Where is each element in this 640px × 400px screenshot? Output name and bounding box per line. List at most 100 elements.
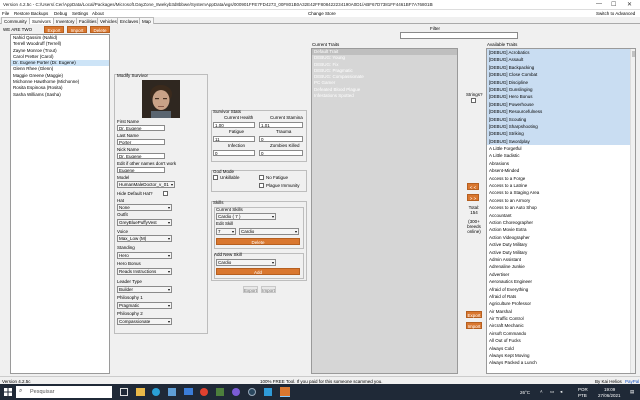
edit-if-field[interactable]: Eugene bbox=[117, 167, 165, 173]
list-item[interactable]: Access to a Staging Area bbox=[487, 189, 635, 196]
scrollbar-thumb[interactable] bbox=[632, 51, 635, 57]
infection-field[interactable]: 0 bbox=[213, 150, 255, 156]
list-item[interactable]: Admin Assistant bbox=[487, 256, 635, 263]
import-stats-button[interactable]: Import bbox=[261, 286, 276, 293]
outfit-select[interactable]: GreyBluePuffyVest ▾ bbox=[117, 219, 172, 226]
current-skill-select[interactable]: Cardio ( 7 ) ▾ bbox=[216, 213, 276, 220]
menu-file[interactable]: File bbox=[2, 11, 9, 16]
filter-input[interactable] bbox=[400, 32, 518, 39]
list-item[interactable]: Always Kept Moving bbox=[487, 352, 635, 359]
windows-start-icon[interactable] bbox=[4, 388, 12, 396]
store-icon[interactable] bbox=[168, 388, 176, 396]
fatigue-field[interactable]: 11 bbox=[213, 136, 255, 142]
list-item[interactable]: [DEBUG] Acrobatics bbox=[487, 49, 635, 57]
current-stamina-field[interactable]: 1,01 bbox=[259, 122, 303, 128]
notification-icon[interactable]: ▤ bbox=[630, 389, 634, 395]
list-item[interactable]: Infestations Spotted bbox=[312, 93, 457, 99]
network-icon[interactable]: ▭ bbox=[550, 389, 554, 395]
list-item[interactable]: Agriculture Professor bbox=[487, 300, 635, 307]
export-stats-button[interactable]: Export bbox=[243, 286, 258, 293]
list-item[interactable]: [DEBUG] Striking bbox=[487, 130, 635, 138]
list-item[interactable]: Action Videographer bbox=[487, 234, 635, 241]
plague-immunity-checkbox[interactable] bbox=[259, 183, 264, 188]
list-item[interactable]: [DEBUG] Discipline bbox=[487, 78, 635, 86]
list-item[interactable]: [DEBUG] Hero Bonus bbox=[487, 93, 635, 101]
delete-survivor-button[interactable]: Delete bbox=[90, 26, 110, 33]
list-item[interactable]: Access to a Forge bbox=[487, 175, 635, 182]
last-name-field[interactable]: Porter bbox=[117, 139, 165, 145]
minimize-button[interactable]: — bbox=[596, 1, 602, 7]
voice-select[interactable]: Max_Low (M) ▾ bbox=[117, 235, 172, 242]
list-item[interactable]: Air Traffic Control bbox=[487, 315, 635, 322]
list-item[interactable]: Action Choreographer bbox=[487, 219, 635, 226]
state-decay-editor-icon[interactable] bbox=[280, 387, 290, 397]
nick-name-field[interactable]: Dr. Eugene bbox=[117, 153, 165, 159]
trauma-field[interactable]: 0 bbox=[259, 136, 303, 142]
tab-facilities[interactable]: Facilities bbox=[76, 17, 100, 24]
language-text[interactable]: POR bbox=[578, 387, 588, 392]
zombies-killed-field[interactable]: 0 bbox=[259, 150, 303, 156]
task-view-icon[interactable] bbox=[120, 388, 128, 396]
edit-skill-level-select[interactable]: 7 ▾ bbox=[216, 228, 236, 235]
no-fatigue-checkbox[interactable] bbox=[259, 175, 264, 180]
philosophy2-select[interactable]: Compassionate ▾ bbox=[117, 318, 172, 325]
tab-enclaves[interactable]: Enclaves bbox=[117, 17, 142, 24]
list-item[interactable]: All Out of Fucks bbox=[487, 337, 635, 344]
list-item[interactable]: [DEBUG] Backpacking bbox=[487, 63, 635, 72]
list-item[interactable]: Aeronautics Engineer bbox=[487, 278, 635, 285]
list-item[interactable]: Aircraft Mechanic bbox=[487, 322, 635, 329]
list-item[interactable]: Absent-Minded bbox=[487, 167, 635, 174]
add-skill-select[interactable]: Cardio ▾ bbox=[216, 259, 276, 266]
steam-icon[interactable] bbox=[248, 388, 256, 396]
list-item[interactable]: Always Cold bbox=[487, 345, 635, 352]
current-health-field[interactable]: 1,00 bbox=[213, 122, 255, 128]
menu-debug[interactable]: Debug bbox=[54, 11, 67, 16]
delete-skill-button[interactable]: Delete bbox=[216, 238, 300, 245]
list-item[interactable]: Afraid of Rats bbox=[487, 293, 635, 300]
current-traits-list[interactable]: Default Trait DEBUG: Young DEBUG: Fix DE… bbox=[311, 48, 458, 374]
close-button[interactable]: ✕ bbox=[627, 1, 632, 8]
list-item[interactable]: Sasha Williams (Sasha) bbox=[11, 92, 109, 98]
list-item[interactable]: Active Duty Military bbox=[487, 249, 635, 256]
menu-about[interactable]: About bbox=[92, 11, 104, 16]
list-item[interactable]: Access to a Latrine bbox=[487, 182, 635, 189]
menu-restore-backups[interactable]: Restore Backups bbox=[14, 11, 48, 16]
list-item[interactable]: [DEBUG] Resourcefulness bbox=[487, 108, 635, 116]
list-item[interactable]: A Little Forgetful bbox=[487, 145, 635, 152]
strings-checkbox[interactable] bbox=[471, 98, 476, 103]
file-explorer-icon[interactable] bbox=[136, 388, 145, 396]
tab-community[interactable]: Community bbox=[1, 17, 30, 24]
tab-survivors[interactable]: Survivors bbox=[29, 17, 54, 24]
unkillable-checkbox[interactable] bbox=[213, 175, 218, 180]
list-item[interactable]: Advertiser bbox=[487, 271, 635, 278]
edit-skill-name-select[interactable]: Cardio ▾ bbox=[239, 228, 299, 235]
list-item[interactable]: Access to an Armory bbox=[487, 197, 635, 204]
change-store-link[interactable]: Change Store bbox=[308, 11, 336, 16]
clock-time[interactable]: 19:09 bbox=[604, 387, 615, 392]
maximize-button[interactable]: ☐ bbox=[611, 1, 616, 8]
taskbar-search-box[interactable]: ⌕ Pesquisar bbox=[16, 386, 112, 398]
list-item[interactable]: [DEBUG] Assault bbox=[487, 56, 635, 64]
list-item[interactable]: Adrenaline Junkie bbox=[487, 263, 635, 270]
list-item[interactable]: Accountant bbox=[487, 212, 635, 219]
list-item[interactable]: A Little Sadistic bbox=[487, 152, 635, 159]
list-item[interactable]: [DEBUG] Sharpshooting bbox=[487, 122, 635, 131]
move-left-button[interactable]: < < bbox=[467, 183, 479, 190]
leader-type-select[interactable]: Builder ▾ bbox=[117, 286, 172, 293]
switch-advanced-link[interactable]: Switch to Advanced bbox=[596, 11, 635, 16]
survivor-list[interactable]: Nahid Qassim (Nahid) Terrell Woodruff (T… bbox=[10, 34, 110, 374]
list-item[interactable]: [DEBUG] Scouting bbox=[487, 115, 635, 123]
clock-date[interactable]: 27/06/2021 bbox=[598, 393, 621, 398]
volume-icon[interactable]: ◂ bbox=[560, 389, 562, 395]
hat-select[interactable]: None ▾ bbox=[117, 204, 172, 211]
menu-settings[interactable]: Settings bbox=[72, 11, 88, 16]
app-icon[interactable] bbox=[232, 388, 240, 396]
move-right-button[interactable]: > > bbox=[467, 194, 479, 201]
list-item[interactable]: Active Duty Military bbox=[487, 241, 635, 248]
model-select[interactable]: HumanMaleDoctor_v_01 ▾ bbox=[117, 181, 175, 188]
mail-icon[interactable] bbox=[184, 388, 193, 395]
philosophy1-select[interactable]: Pragmatic ▾ bbox=[117, 302, 172, 309]
export-traits-button[interactable]: Export bbox=[466, 311, 482, 318]
list-item[interactable]: [DEBUG] Swordplay bbox=[487, 137, 635, 146]
app-icon[interactable] bbox=[216, 388, 224, 396]
